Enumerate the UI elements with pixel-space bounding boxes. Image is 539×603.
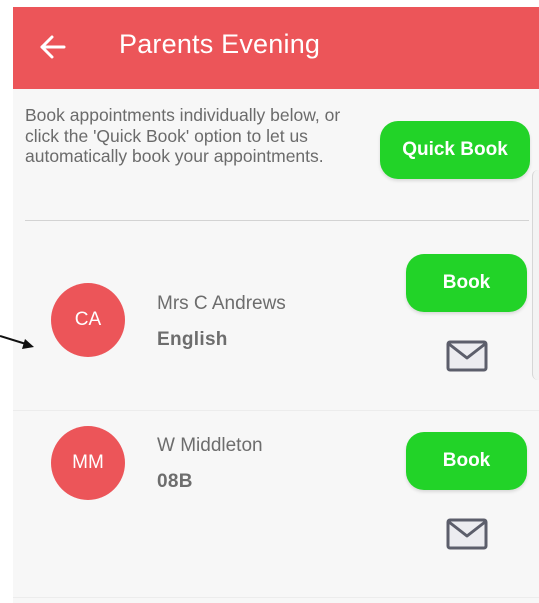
teacher-name: W Middleton [157, 435, 263, 456]
envelope-icon[interactable] [446, 518, 488, 550]
section-divider [25, 220, 529, 221]
envelope-icon[interactable] [446, 340, 488, 372]
avatar: MM [51, 426, 125, 500]
app-screen: Parents Evening Book appointments indivi… [13, 7, 539, 603]
book-button[interactable]: Book [406, 254, 527, 312]
teacher-subject: 08B [157, 471, 193, 492]
row-divider [13, 410, 539, 411]
quick-book-button[interactable]: Quick Book [380, 121, 530, 179]
avatar: CA [51, 283, 125, 357]
app-bar: Parents Evening [13, 7, 539, 89]
page-title: Parents Evening [119, 29, 321, 59]
arrow-left-icon[interactable] [38, 33, 68, 61]
annotation-arrow-icon [0, 335, 34, 349]
row-divider [13, 597, 539, 598]
intro-text: Book appointments individually below, or… [25, 105, 341, 166]
teacher-name: Mrs C Andrews [157, 293, 286, 314]
book-button[interactable]: Book [406, 432, 527, 490]
scrollbar[interactable] [532, 170, 539, 380]
teacher-subject: English [157, 329, 228, 350]
